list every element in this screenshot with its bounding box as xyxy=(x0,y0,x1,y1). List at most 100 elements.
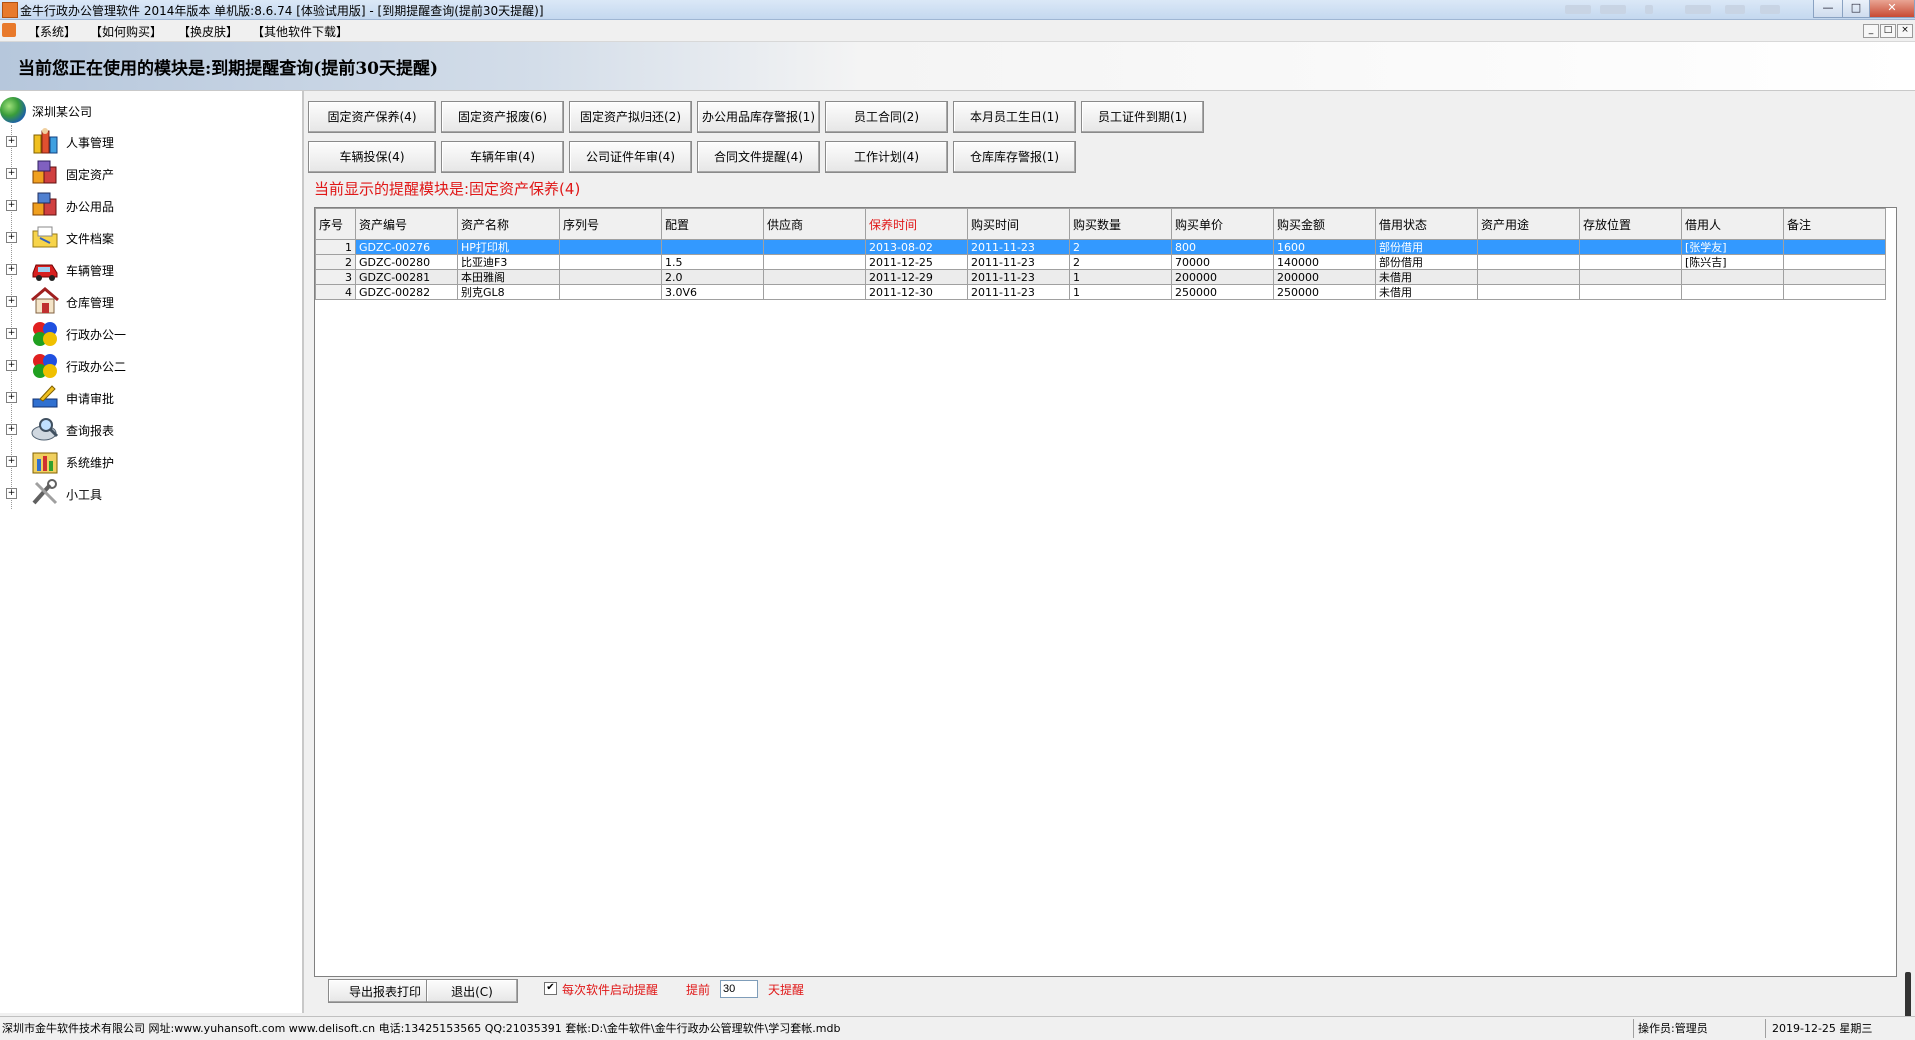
table-cell[interactable]: 70000 xyxy=(1171,254,1274,270)
column-header[interactable]: 备注 xyxy=(1783,208,1886,240)
table-cell[interactable] xyxy=(1579,284,1682,300)
mdi-minimize-button[interactable]: _ xyxy=(1863,24,1879,38)
table-cell[interactable]: 未借用 xyxy=(1375,284,1478,300)
column-header[interactable]: 购买单价 xyxy=(1171,208,1274,240)
expand-icon[interactable]: + xyxy=(6,488,17,499)
table-cell[interactable] xyxy=(559,239,662,255)
table-cell[interactable] xyxy=(1579,269,1682,285)
column-header[interactable]: 借用人 xyxy=(1681,208,1784,240)
row-number-cell[interactable]: 1 xyxy=(315,239,356,255)
reminder-button-work-plan[interactable]: 工作计划(4) xyxy=(825,141,948,173)
table-cell[interactable]: 比亚迪F3 xyxy=(457,254,560,270)
table-cell[interactable] xyxy=(559,284,662,300)
table-cell[interactable]: 1 xyxy=(1069,269,1172,285)
expand-icon[interactable]: + xyxy=(6,360,17,371)
menu-change-skin[interactable]: 【换皮肤】 xyxy=(178,23,238,40)
table-cell[interactable]: GDZC-00276 xyxy=(355,239,458,255)
tree-item-approval[interactable]: + 申请审批 xyxy=(0,381,300,413)
reminder-button-fixed-asset-scrap[interactable]: 固定资产报废(6) xyxy=(441,101,564,133)
table-cell[interactable]: 2011-12-29 xyxy=(865,269,968,285)
column-header[interactable]: 存放位置 xyxy=(1579,208,1682,240)
exit-button[interactable]: 退出(C) xyxy=(426,979,518,1003)
reminder-button-office-supply-stock[interactable]: 办公用品库存警报(1) xyxy=(697,101,820,133)
minimize-button[interactable]: — xyxy=(1813,0,1843,18)
table-cell[interactable]: 2011-11-23 xyxy=(967,254,1070,270)
table-row[interactable]: 3 GDZC-00281 本田雅阁 2.0 2011-12-29 2011-11-23 1 2… xyxy=(315,269,1886,285)
mdi-restore-button[interactable]: □ xyxy=(1880,24,1896,38)
advance-days-input[interactable] xyxy=(720,980,758,998)
column-header[interactable]: 购买时间 xyxy=(967,208,1070,240)
table-cell[interactable]: 2011-12-30 xyxy=(865,284,968,300)
tree-item-warehouse[interactable]: + 仓库管理 xyxy=(0,285,300,317)
table-cell[interactable] xyxy=(1783,239,1886,255)
mdi-close-button[interactable]: × xyxy=(1897,24,1913,38)
column-header[interactable]: 借用状态 xyxy=(1375,208,1478,240)
column-header[interactable]: 资产用途 xyxy=(1477,208,1580,240)
table-cell[interactable]: 200000 xyxy=(1171,269,1274,285)
table-cell[interactable] xyxy=(763,239,866,255)
table-cell[interactable]: 200000 xyxy=(1273,269,1376,285)
column-header[interactable]: 资产名称 xyxy=(457,208,560,240)
reminder-button-warehouse-stock[interactable]: 仓库库存警报(1) xyxy=(953,141,1076,173)
export-print-button[interactable]: 导出报表打印 xyxy=(328,979,442,1003)
column-header[interactable]: 购买数量 xyxy=(1069,208,1172,240)
column-header[interactable]: 资产编号 xyxy=(355,208,458,240)
table-cell[interactable]: HP打印机 xyxy=(457,239,560,255)
expand-icon[interactable]: + xyxy=(6,456,17,467)
table-cell[interactable]: 800 xyxy=(1171,239,1274,255)
table-cell[interactable]: 未借用 xyxy=(1375,269,1478,285)
reminder-button-fixed-asset-return[interactable]: 固定资产拟归还(2) xyxy=(569,101,692,133)
reminder-button-company-certificate[interactable]: 公司证件年审(4) xyxy=(569,141,692,173)
tree-item-admin-office-1[interactable]: + 行政办公一 xyxy=(0,317,300,349)
table-cell[interactable] xyxy=(1783,269,1886,285)
menu-how-to-buy[interactable]: 【如何购买】 xyxy=(90,23,162,40)
column-header[interactable]: 供应商 xyxy=(763,208,866,240)
table-cell[interactable]: 2 xyxy=(1069,239,1172,255)
table-cell[interactable]: 3.0V6 xyxy=(661,284,764,300)
row-number-cell[interactable]: 3 xyxy=(315,269,356,285)
table-cell[interactable] xyxy=(1477,269,1580,285)
reminder-button-vehicle-insurance[interactable]: 车辆投保(4) xyxy=(308,141,436,173)
tree-item-fixed-assets[interactable]: + 固定资产 xyxy=(0,157,300,189)
expand-icon[interactable]: + xyxy=(6,392,17,403)
reminder-button-employee-certificate[interactable]: 员工证件到期(1) xyxy=(1081,101,1204,133)
table-cell[interactable]: GDZC-00280 xyxy=(355,254,458,270)
expand-icon[interactable]: + xyxy=(6,200,17,211)
expand-icon[interactable]: + xyxy=(6,328,17,339)
menu-other-software[interactable]: 【其他软件下载】 xyxy=(252,23,348,40)
reminder-button-vehicle-inspection[interactable]: 车辆年审(4) xyxy=(441,141,564,173)
table-cell[interactable]: 部份借用 xyxy=(1375,239,1478,255)
column-header[interactable]: 购买金额 xyxy=(1273,208,1376,240)
tree-item-tools[interactable]: + 小工具 xyxy=(0,477,300,509)
table-cell[interactable]: 本田雅阁 xyxy=(457,269,560,285)
table-cell[interactable] xyxy=(1477,239,1580,255)
table-cell[interactable] xyxy=(559,254,662,270)
reminder-button-fixed-asset-maintenance[interactable]: 固定资产保养(4) xyxy=(308,101,436,133)
startup-remind-checkbox[interactable]: ✔ xyxy=(544,982,557,995)
table-cell[interactable]: 250000 xyxy=(1171,284,1274,300)
table-cell[interactable]: 1.5 xyxy=(661,254,764,270)
table-cell[interactable]: 2.0 xyxy=(661,269,764,285)
table-cell[interactable]: GDZC-00281 xyxy=(355,269,458,285)
row-number-cell[interactable]: 4 xyxy=(315,284,356,300)
table-cell[interactable] xyxy=(1579,239,1682,255)
menu-system[interactable]: 【系统】 xyxy=(28,23,76,40)
table-cell[interactable]: 140000 xyxy=(1273,254,1376,270)
column-header[interactable]: 序号 xyxy=(315,208,356,240)
row-number-cell[interactable]: 2 xyxy=(315,254,356,270)
tree-item-file-archive[interactable]: + 文件档案 xyxy=(0,221,300,253)
expand-icon[interactable]: + xyxy=(6,296,17,307)
table-row[interactable]: 4 GDZC-00282 别克GL8 3.0V6 2011-12-30 2011-11-2… xyxy=(315,284,1886,300)
tree-item-maintenance[interactable]: + 系统维护 xyxy=(0,445,300,477)
table-cell[interactable] xyxy=(559,269,662,285)
table-cell[interactable] xyxy=(1681,269,1784,285)
table-cell[interactable] xyxy=(1579,254,1682,270)
table-cell[interactable]: 250000 xyxy=(1273,284,1376,300)
close-button[interactable]: ✕ xyxy=(1869,0,1915,18)
table-row[interactable]: 2 GDZC-00280 比亚迪F3 1.5 2011-12-25 2011-11-23 2… xyxy=(315,254,1886,270)
column-header[interactable]: 保养时间 xyxy=(865,208,968,240)
table-cell[interactable]: 1600 xyxy=(1273,239,1376,255)
expand-icon[interactable]: + xyxy=(6,136,17,147)
table-cell[interactable] xyxy=(1783,284,1886,300)
table-cell[interactable] xyxy=(1477,254,1580,270)
